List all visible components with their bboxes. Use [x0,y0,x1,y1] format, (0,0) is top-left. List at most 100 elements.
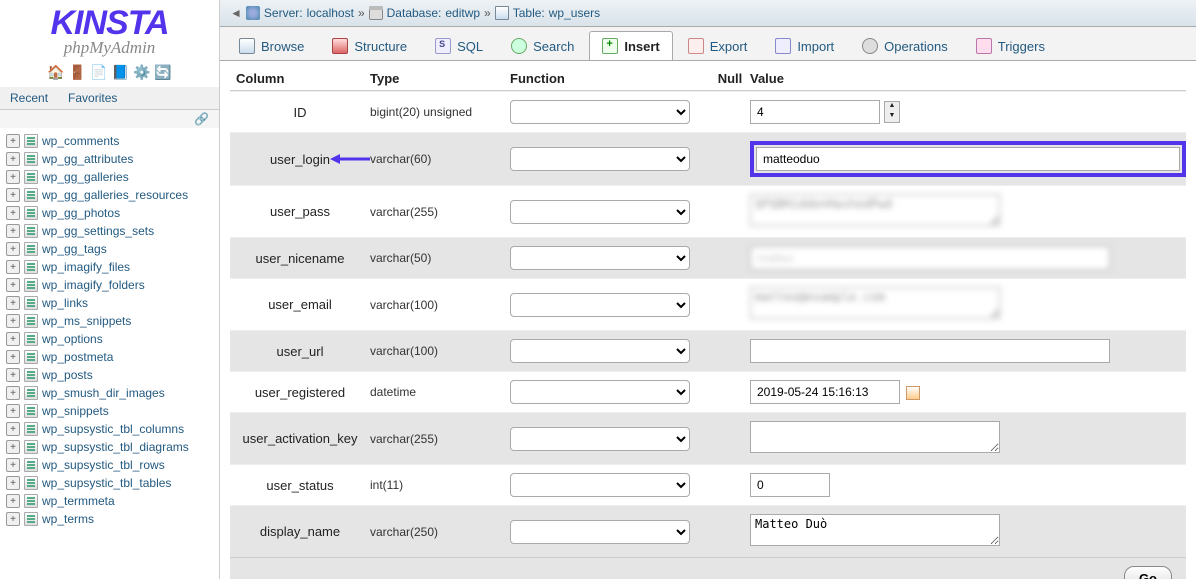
bc-table[interactable]: wp_users [549,6,600,20]
tree-item-wp_supsystic_tbl_diagrams[interactable]: +wp_supsystic_tbl_diagrams [2,438,219,456]
logo-kinsta: KINSTA [4,6,215,40]
reload-icon[interactable]: 🔄 [154,64,171,81]
bc-server[interactable]: localhost [307,6,354,20]
expand-icon[interactable]: + [6,350,20,364]
function-select[interactable] [510,246,690,270]
function-select[interactable] [510,520,690,544]
docs-icon[interactable]: 📘 [112,64,129,81]
expand-icon[interactable]: + [6,224,20,238]
tree-item-wp_supsystic_tbl_tables[interactable]: +wp_supsystic_tbl_tables [2,474,219,492]
function-select[interactable] [510,427,690,451]
expand-icon[interactable]: + [6,152,20,166]
tree-item-wp_posts[interactable]: +wp_posts [2,366,219,384]
expand-icon[interactable]: + [6,278,20,292]
tree-item-wp_postmeta[interactable]: +wp_postmeta [2,348,219,366]
function-select[interactable] [510,293,690,317]
tree-label: wp_terms [42,512,94,526]
expand-icon[interactable]: + [6,170,20,184]
tree-item-wp_gg_galleries_resources[interactable]: + wp_gg_galleries_resources [2,186,219,204]
value-input[interactable] [750,380,900,404]
expand-icon[interactable]: + [6,386,20,400]
exit-icon[interactable]: 🚪 [69,64,86,81]
tree-item-wp_terms[interactable]: + wp_terms [2,510,219,528]
value-input[interactable] [750,473,830,497]
expand-icon[interactable]: + [6,188,20,202]
tree-item-wp_links[interactable]: + wp_links [2,294,219,312]
tree-item-wp_imagify_files[interactable]: +wp_imagify_files [2,258,219,276]
expand-icon[interactable]: + [6,206,20,220]
tree-item-wp_supsystic_tbl_columns[interactable]: +wp_supsystic_tbl_columns [2,420,219,438]
expand-icon[interactable]: + [6,242,20,256]
expand-icon[interactable]: + [6,296,20,310]
tree-item-wp_gg_galleries[interactable]: +wp_gg_galleries [2,168,219,186]
tree-item-wp_gg_tags[interactable]: +wp_gg_tags [2,240,219,258]
tab-triggers[interactable]: Triggers [963,31,1058,60]
function-select[interactable] [510,200,690,224]
expand-icon[interactable]: + [6,512,20,526]
value-textarea[interactable]: $P$BHiddenHashedPwd [750,194,1000,226]
table-icon [24,404,38,418]
expand-icon[interactable]: + [6,332,20,346]
tab-label: Structure [354,39,407,54]
function-select[interactable] [510,473,690,497]
tree-item-wp_supsystic_tbl_rows[interactable]: +wp_supsystic_tbl_rows [2,456,219,474]
expand-icon[interactable]: + [6,458,20,472]
tab-browse[interactable]: Browse [226,31,317,60]
tab-search[interactable]: Search [498,31,587,60]
expand-icon[interactable]: + [6,368,20,382]
value-textarea[interactable]: Matteo Duò [750,514,1000,546]
tree-label: wp_gg_galleries_resources [42,188,188,202]
tree-label: wp_snippets [42,404,109,418]
expand-icon[interactable]: + [6,476,20,490]
value-input[interactable] [750,339,1110,363]
expand-icon[interactable]: + [6,422,20,436]
tree-item-wp_snippets[interactable]: + wp_snippets [2,402,219,420]
value-textarea[interactable] [750,421,1000,453]
value-input[interactable] [750,100,880,124]
function-select[interactable] [510,147,690,171]
tree-item-wp_gg_settings_sets[interactable]: +wp_gg_settings_sets [2,222,219,240]
tree-item-wp_smush_dir_images[interactable]: +wp_smush_dir_images [2,384,219,402]
tab-insert[interactable]: Insert [589,31,672,60]
tree-item-wp_ms_snippets[interactable]: +wp_ms_snippets [2,312,219,330]
expand-icon[interactable]: + [6,314,20,328]
expand-icon[interactable]: + [6,134,20,148]
tab-import[interactable]: Import [762,31,847,60]
tree-label: wp_imagify_folders [42,278,145,292]
sql-icon[interactable]: 📄 [90,64,107,81]
value-input[interactable] [750,246,1110,270]
expand-icon[interactable]: + [6,494,20,508]
tab-sql[interactable]: SQL [422,31,496,60]
server-icon [246,6,260,20]
go-button[interactable]: Go [1124,566,1172,579]
value-textarea[interactable]: matteo@example.com [750,287,1000,319]
function-select[interactable] [510,100,690,124]
tree-item-wp_termmeta[interactable]: +wp_termmeta [2,492,219,510]
expand-icon[interactable]: + [6,440,20,454]
panel-left-icon[interactable]: ◄ [230,6,242,20]
tree-item-wp_gg_photos[interactable]: +wp_gg_photos [2,204,219,222]
tab-operations[interactable]: Operations [849,31,961,60]
tree-item-wp_comments[interactable]: +wp_comments [2,132,219,150]
expand-icon[interactable]: + [6,404,20,418]
tab-favorites[interactable]: Favorites [58,87,127,109]
home-icon[interactable]: 🏠 [47,64,64,81]
spinner[interactable]: ▲▼ [884,101,900,123]
tab-recent[interactable]: Recent [0,87,58,109]
tree-item-wp_imagify_folders[interactable]: + wp_imagify_folders [2,276,219,294]
tree-item-wp_gg_attributes[interactable]: +wp_gg_attributes [2,150,219,168]
function-select[interactable] [510,380,690,404]
expand-icon[interactable]: + [6,260,20,274]
settings-icon[interactable]: ⚙️ [133,64,150,81]
tree-label: wp_links [42,296,88,310]
value-input[interactable] [756,147,1180,171]
tab-export[interactable]: Export [675,31,761,60]
tab-structure[interactable]: Structure [319,31,420,60]
function-select[interactable] [510,339,690,363]
bc-db[interactable]: editwp [445,6,480,20]
tree-item-wp_options[interactable]: +wp_options [2,330,219,348]
link-icon[interactable]: 🔗 [0,110,219,128]
row-ID: IDbigint(20) unsigned▲▼ [230,91,1186,132]
row-user_nicename: user_nicenamevarchar(50) [230,237,1186,278]
calendar-icon[interactable] [906,386,920,400]
